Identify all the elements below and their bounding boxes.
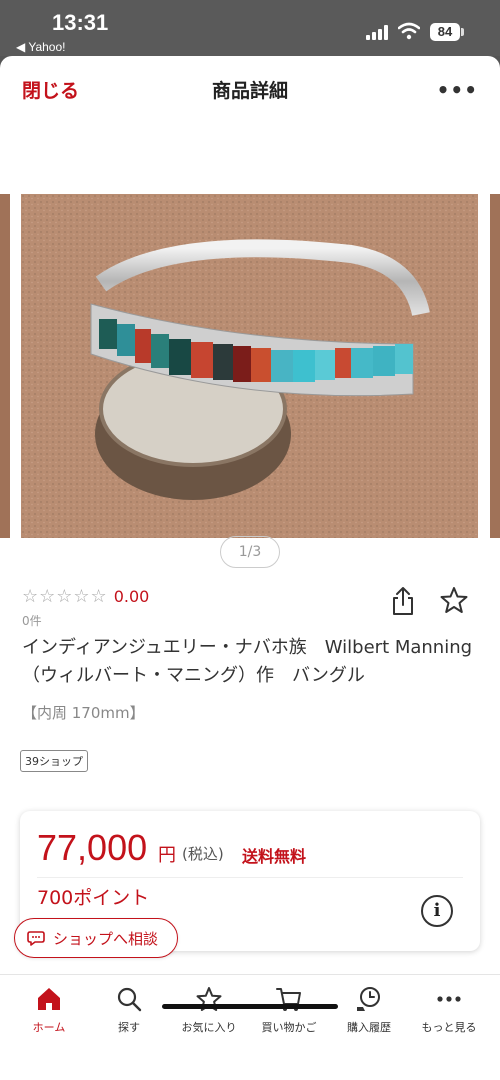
signal-icon xyxy=(366,24,388,40)
tab-label-home: ホーム xyxy=(32,1021,66,1034)
review-count[interactable]: 0件 xyxy=(22,612,42,629)
price-currency: 円 xyxy=(158,845,176,866)
back-to-app-link[interactable]: ◀ Yahoo! xyxy=(16,40,66,54)
rating-stars: ☆☆☆☆☆ xyxy=(22,586,108,607)
top-nav: 閉じる 商品詳細 ••• xyxy=(0,56,500,122)
home-indicator xyxy=(162,1004,338,1009)
shop-consult-button[interactable]: ショップへ相談 xyxy=(14,918,178,958)
prev-image-peek[interactable] xyxy=(0,194,10,538)
divider xyxy=(37,877,463,878)
tab-label-cart: 買い物かご xyxy=(261,1021,317,1034)
rating-score: 0.00 xyxy=(113,587,150,606)
tab-label-search: 探す xyxy=(118,1021,140,1034)
status-bar: 13:31 ◀ Yahoo! 84 xyxy=(0,0,500,56)
favorite-star-icon[interactable] xyxy=(440,586,468,614)
chat-icon xyxy=(27,931,45,946)
rating[interactable]: ☆☆☆☆☆ 0.00 xyxy=(22,586,149,607)
free-shipping-label: 送料無料 xyxy=(242,847,307,866)
product-detail-sheet: 閉じる 商品詳細 ••• 1/3 ☆☆☆☆☆ 0.00 0件 インディアンジュエ… xyxy=(0,56,500,1080)
close-button[interactable]: 閉じる xyxy=(22,76,79,103)
image-pager: 1/3 xyxy=(220,536,280,568)
image-carousel[interactable] xyxy=(0,122,500,542)
tab-cart[interactable]: 買い物かご xyxy=(249,985,329,1035)
points-label: 700ポイント xyxy=(37,887,150,909)
product-title: インディアンジュエリー・ナバホ族 Wilbert Manning（ウィルバート・… xyxy=(22,637,473,686)
tab-label-favorites: お気に入り xyxy=(181,1021,237,1034)
product-size: 【内周 170mm】 xyxy=(22,704,145,722)
wifi-icon xyxy=(398,22,420,40)
price-amount: 77,000 xyxy=(37,827,148,868)
status-time: 13:31 xyxy=(52,10,109,35)
more-icon xyxy=(437,996,461,1002)
tab-label-more: もっと見る xyxy=(421,1021,477,1034)
tab-favorites[interactable]: お気に入り xyxy=(169,985,249,1035)
battery-tip xyxy=(461,28,464,36)
product-image[interactable] xyxy=(21,194,478,538)
more-options-button[interactable]: ••• xyxy=(437,78,478,102)
share-icon[interactable] xyxy=(390,586,416,616)
shop-consult-label: ショップへ相談 xyxy=(53,929,159,948)
tab-home[interactable]: ホーム xyxy=(9,985,89,1035)
tab-label-history: 購入履歴 xyxy=(347,1021,391,1034)
info-icon[interactable]: i xyxy=(421,895,453,927)
shop-badge: 39ショップ xyxy=(20,750,88,772)
tab-history[interactable]: 購入履歴 xyxy=(329,985,409,1035)
next-image-peek[interactable] xyxy=(490,194,500,538)
home-icon xyxy=(38,988,60,1010)
bottom-tab-bar: ホーム 探す お気に入り 買い物かご 購入履歴 もっと見る xyxy=(0,974,500,1080)
battery-icon: 84 xyxy=(430,23,460,41)
tab-more[interactable]: もっと見る xyxy=(409,985,489,1035)
history-icon xyxy=(357,987,380,1011)
tax-label: (税込) xyxy=(182,845,224,863)
search-icon xyxy=(117,987,142,1012)
tab-search[interactable]: 探す xyxy=(89,985,169,1035)
